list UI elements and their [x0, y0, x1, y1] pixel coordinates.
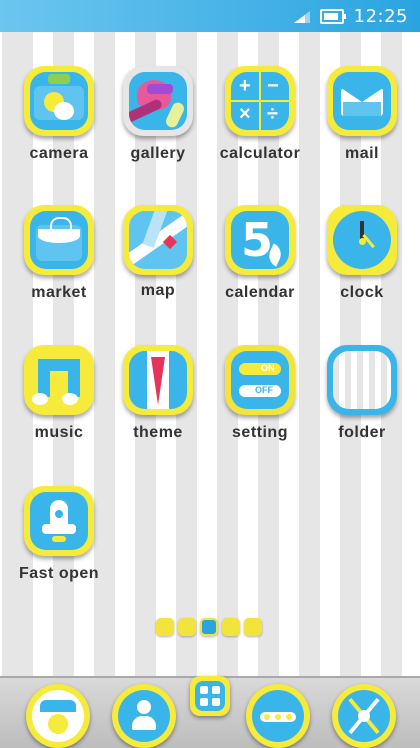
- plus-glyph: +: [239, 75, 251, 97]
- page-dot[interactable]: [178, 618, 196, 636]
- app-label: music: [34, 424, 84, 441]
- calculator-icon: + − × ÷: [231, 72, 289, 130]
- folder-icon: [333, 351, 391, 409]
- app-label: gallery: [130, 145, 186, 162]
- browser-icon: [338, 690, 390, 742]
- phone-icon: [32, 690, 84, 742]
- toggle-switch-icon: ON OFF: [231, 351, 289, 409]
- app-drawer-icon: [195, 681, 225, 711]
- status-bar: 12:25: [0, 0, 420, 32]
- app-fast-open[interactable]: Fast open: [11, 486, 107, 583]
- dock-messages-button[interactable]: [246, 684, 310, 748]
- app-label: calculator: [219, 145, 301, 162]
- signal-icon: [293, 10, 310, 23]
- app-calculator[interactable]: + − × ÷ calculator: [212, 66, 308, 163]
- camera-icon: [30, 72, 88, 130]
- map-icon: [129, 211, 187, 269]
- page-dot[interactable]: [156, 618, 174, 636]
- app-label: theme: [133, 424, 183, 441]
- app-label: calendar: [225, 284, 295, 301]
- page-dot-active[interactable]: [200, 618, 218, 636]
- app-label: mail: [344, 145, 379, 162]
- mail-icon: [333, 72, 391, 130]
- clock-icon: [333, 211, 391, 269]
- app-label: market: [31, 284, 87, 301]
- dock-browser-button[interactable]: [332, 684, 396, 748]
- battery-icon: [319, 8, 346, 24]
- app-label: map: [140, 282, 176, 299]
- app-map[interactable]: map: [110, 205, 206, 300]
- page-indicator[interactable]: [156, 618, 262, 636]
- status-time: 12:25: [353, 5, 408, 27]
- app-label: Fast open: [18, 565, 100, 582]
- app-theme[interactable]: theme: [110, 345, 206, 442]
- app-camera[interactable]: camera: [11, 66, 107, 163]
- app-clock[interactable]: clock: [314, 205, 410, 302]
- music-icon: [30, 351, 88, 409]
- messages-icon: [252, 690, 304, 742]
- contacts-icon: [118, 690, 170, 742]
- dock-contacts-button[interactable]: [112, 684, 176, 748]
- app-label: clock: [340, 284, 384, 301]
- calendar-icon: 5: [231, 211, 289, 269]
- app-music[interactable]: music: [11, 345, 107, 442]
- dock-app-drawer-button[interactable]: [190, 676, 230, 716]
- app-mail[interactable]: mail: [314, 66, 410, 163]
- shopping-bag-icon: [30, 211, 88, 269]
- divide-glyph: ÷: [267, 103, 278, 125]
- app-label: camera: [29, 145, 89, 162]
- calendar-day-glyph: 5: [241, 213, 274, 267]
- times-glyph: ×: [239, 103, 251, 125]
- toggle-off-label: OFF: [255, 385, 273, 395]
- app-label: folder: [338, 424, 386, 441]
- minus-glyph: −: [267, 75, 279, 97]
- rocket-icon: [30, 492, 88, 550]
- app-setting[interactable]: ON OFF setting: [212, 345, 308, 442]
- dock-phone-button[interactable]: [26, 684, 90, 748]
- app-market[interactable]: market: [11, 205, 107, 302]
- toggle-on-label: ON: [261, 363, 275, 373]
- app-label: setting: [232, 424, 288, 441]
- page-dot[interactable]: [222, 618, 240, 636]
- gallery-icon: [129, 72, 187, 130]
- tie-icon: [129, 351, 187, 409]
- app-gallery[interactable]: gallery: [110, 66, 206, 163]
- app-calendar[interactable]: 5 calendar: [212, 205, 308, 302]
- app-folder[interactable]: folder: [314, 345, 410, 442]
- page-dot[interactable]: [244, 618, 262, 636]
